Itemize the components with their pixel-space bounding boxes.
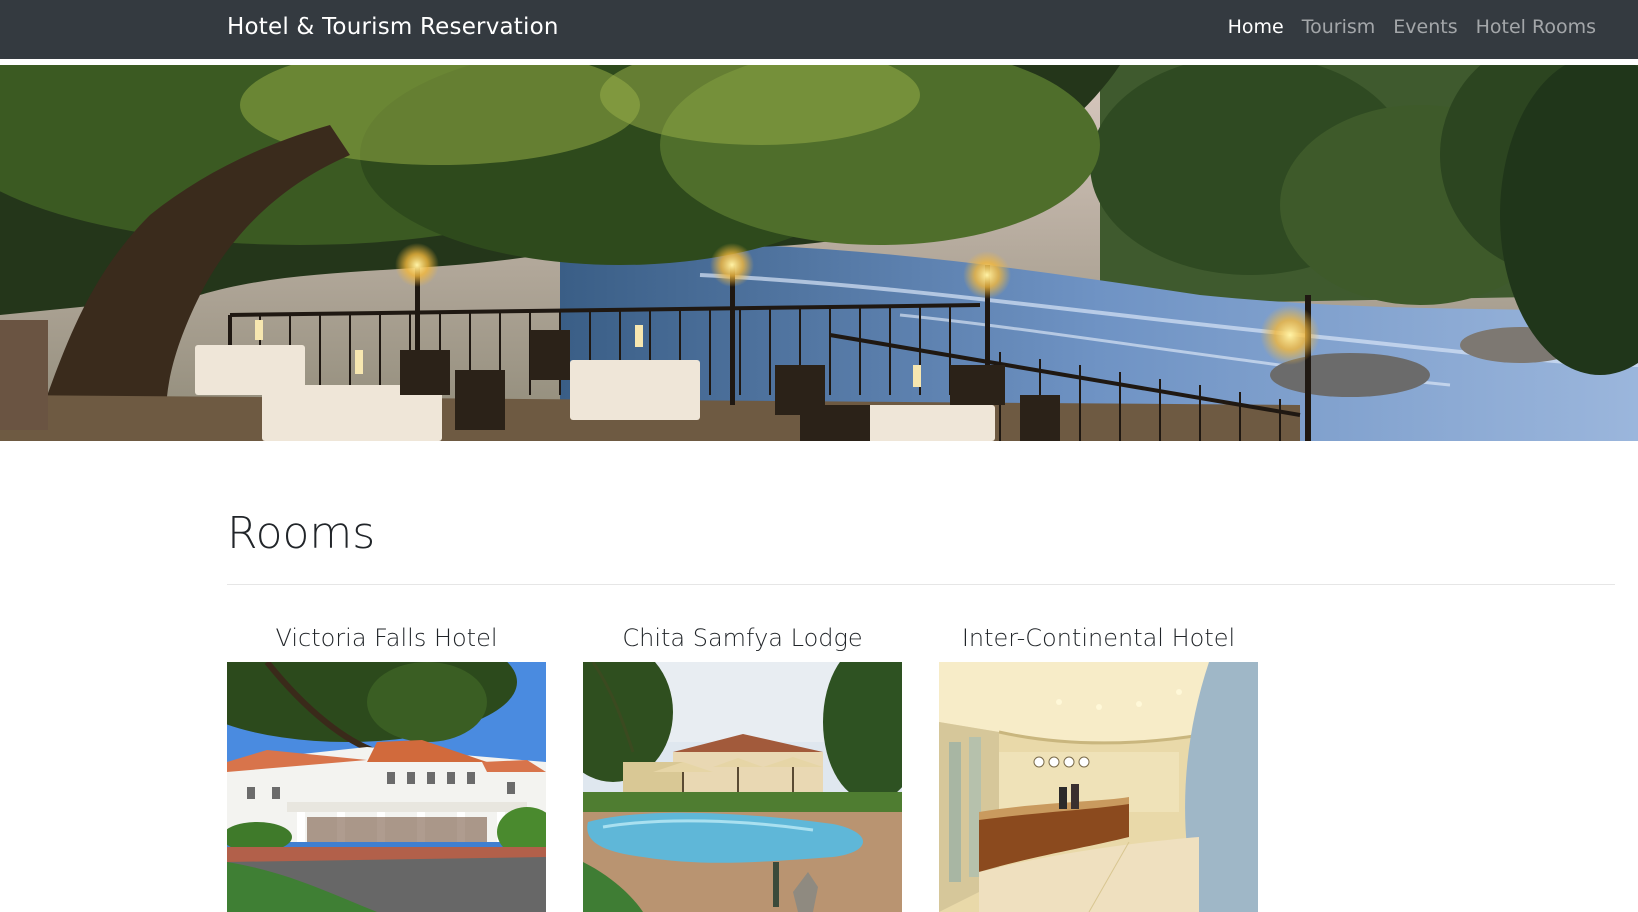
room-card-image[interactable] [583, 662, 902, 912]
room-card-image[interactable] [939, 662, 1258, 912]
inter-continental-hotel-picture [939, 662, 1258, 912]
hero-riverside-terrace-picture [0, 65, 1638, 441]
victoria-falls-hotel-picture [227, 662, 546, 912]
room-card-title: Victoria Falls Hotel [275, 624, 498, 652]
nav-link-hotel-rooms[interactable]: Hotel Rooms [1467, 16, 1605, 38]
room-card-title: Chita Samfya Lodge [622, 624, 863, 652]
room-card-image[interactable] [227, 662, 546, 912]
brand-link[interactable]: Hotel & Tourism Reservation [227, 14, 559, 40]
room-card-title: Inter-Continental Hotel [961, 624, 1236, 652]
nav-links: Home Tourism Events Hotel Rooms [1219, 16, 1605, 38]
nav-link-home[interactable]: Home [1219, 16, 1293, 38]
chita-samfya-lodge-picture [583, 662, 902, 912]
room-card: Victoria Falls Hotel [227, 620, 546, 912]
room-card: Inter-Continental Hotel [939, 620, 1258, 912]
nav-link-events[interactable]: Events [1384, 16, 1466, 38]
room-card: Chita Samfya Lodge [583, 620, 902, 912]
section-divider [227, 584, 1615, 585]
hero-banner-image [0, 65, 1638, 441]
top-navbar: Hotel & Tourism Reservation Home Tourism… [0, 0, 1638, 62]
nav-link-tourism[interactable]: Tourism [1293, 16, 1385, 38]
section-title: Rooms [227, 508, 376, 559]
